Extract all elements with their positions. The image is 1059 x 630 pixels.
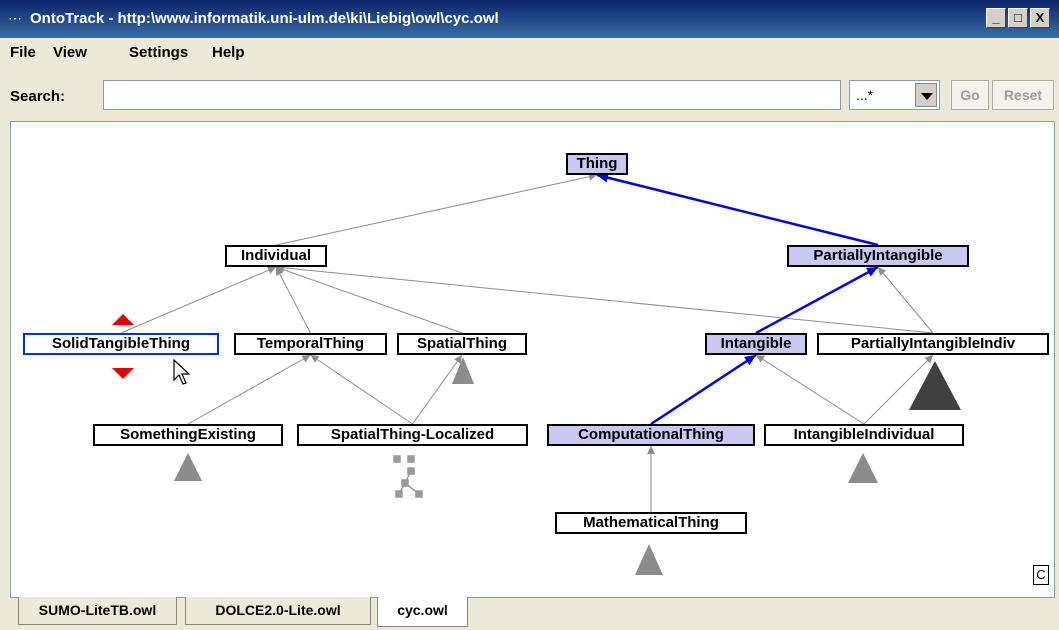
corner-button[interactable]: C — [1033, 565, 1049, 585]
graph-canvas[interactable]: Thing Individual PartiallyIntangible Sol… — [10, 121, 1055, 598]
edge-spatial-thing-localized-to-temporal-thing — [310, 354, 413, 425]
search-mode-value: ...* — [856, 87, 874, 103]
graph-edges — [120, 172, 934, 512]
node-spatial-thing-localized[interactable]: SpatialThing-Localized — [297, 424, 528, 446]
node-mathematical-thing[interactable]: MathematicalThing — [555, 512, 747, 534]
edge-partially-intangible-indiv-to-individual — [275, 266, 934, 334]
window-title: OntoTrack - http:\www.informatik.uni-ulm… — [30, 10, 499, 27]
edge-solid-tangible-thing-to-individual — [120, 266, 277, 334]
node-temporal-thing[interactable]: TemporalThing — [234, 333, 387, 355]
edge-computational-thing-to-intangible — [650, 353, 757, 426]
menu-help[interactable]: Help — [212, 44, 245, 61]
reset-button[interactable]: Reset — [992, 80, 1054, 110]
search-input[interactable] — [103, 80, 841, 110]
edge-spatial-thing-localized-to-spatial-thing — [412, 354, 463, 425]
edge-individual-to-thing — [275, 174, 598, 246]
ontotrack-icon: ⋯ — [8, 10, 22, 26]
node-solid-tangible-thing[interactable]: SolidTangibleThing — [23, 333, 219, 355]
menu-view[interactable]: View — [53, 44, 87, 61]
edge-intangible-individual-to-intangible — [755, 354, 865, 425]
go-button[interactable]: Go — [951, 80, 989, 110]
edge-intangible-to-partially-intangible — [755, 265, 879, 335]
edge-spatial-thing-to-individual — [275, 266, 463, 334]
tab-sumo-litetb[interactable]: SUMO-LiteTB.owl — [18, 597, 177, 625]
edge-arrowhead — [878, 267, 887, 276]
edge-something-existing-to-temporal-thing — [187, 354, 311, 425]
node-partially-intangible-indiv[interactable]: PartiallyIntangibleIndiv — [817, 333, 1049, 355]
node-partially-intangible[interactable]: PartiallyIntangible — [787, 245, 969, 267]
edge-arrowhead — [744, 355, 756, 366]
edge-arrowhead — [756, 355, 765, 363]
node-intangible[interactable]: Intangible — [705, 333, 807, 355]
tab-bar: SUMO-LiteTB.owl DOLCE2.0-Lite.owl cyc.ow… — [10, 597, 1055, 630]
node-intangible-individual[interactable]: IntangibleIndividual — [764, 424, 964, 446]
edge-arrowhead — [310, 355, 320, 363]
node-computational-thing[interactable]: ComputationalThing — [547, 424, 755, 446]
minimize-button[interactable]: _ — [986, 8, 1006, 28]
menu-settings[interactable]: Settings — [129, 44, 188, 61]
node-something-existing[interactable]: SomethingExisting — [93, 424, 283, 446]
tab-dolce-lite[interactable]: DOLCE2.0-Lite.owl — [185, 597, 371, 625]
node-thing[interactable]: Thing — [566, 153, 628, 175]
chevron-down-icon[interactable] — [915, 83, 937, 107]
search-bar: Search: ...* Go Reset — [0, 68, 1059, 116]
menu-file[interactable]: File — [10, 44, 36, 61]
search-label: Search: — [10, 88, 66, 105]
edge-partially-intangible-indiv-to-partially-intangible — [877, 266, 934, 334]
menu-bar: File View Settings Help — [0, 40, 1059, 64]
search-mode-select[interactable]: ...* — [849, 80, 940, 110]
close-button[interactable]: X — [1030, 8, 1050, 28]
node-spatial-thing[interactable]: SpatialThing — [397, 333, 527, 355]
tab-cyc[interactable]: cyc.owl — [377, 597, 468, 627]
title-bar: ⋯ OntoTrack - http:\www.informatik.uni-u… — [0, 0, 1059, 38]
edge-arrowhead — [647, 446, 655, 454]
maximize-button[interactable]: □ — [1008, 8, 1028, 28]
node-individual[interactable]: Individual — [225, 245, 327, 267]
edge-partially-intangible-to-thing — [596, 173, 879, 247]
